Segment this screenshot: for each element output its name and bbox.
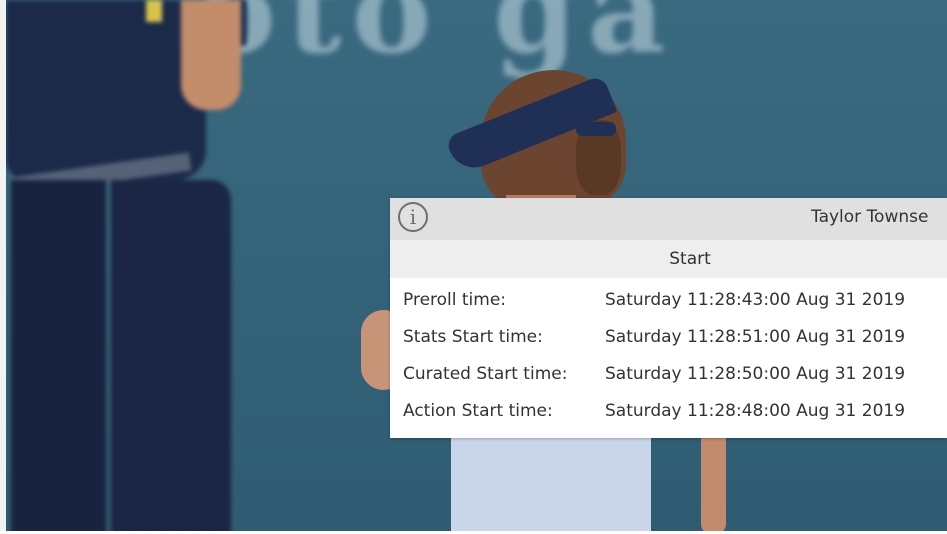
official-badge [146, 0, 162, 22]
info-icon[interactable]: i [398, 202, 428, 232]
time-list: Preroll time: Saturday 11:28:43:00 Aug 3… [390, 284, 947, 432]
player-info-popup: i Taylor Townse Start Preroll time: Satu… [390, 198, 947, 438]
official-leg-right [111, 180, 231, 534]
section-header: Start [390, 240, 947, 278]
row-value: Saturday 11:28:51:00 Aug 31 2019 [605, 327, 906, 347]
time-row-stats-start: Stats Start time: Saturday 11:28:51:00 A… [390, 321, 947, 358]
row-value: Saturday 11:28:50:00 Aug 31 2019 [605, 364, 906, 384]
row-label: Action Start time: [403, 401, 553, 421]
official-leg-left [11, 180, 106, 534]
player-name: Taylor Townse [811, 207, 929, 227]
row-label: Preroll time: [403, 290, 507, 310]
line-judge-figure [6, 0, 266, 534]
row-label: Stats Start time: [403, 327, 543, 347]
official-arm [181, 0, 241, 110]
row-label: Curated Start time: [403, 364, 568, 384]
player-arm [701, 430, 726, 534]
player-visor-band [576, 122, 616, 136]
popup-header: i Taylor Townse [390, 198, 947, 240]
row-value: Saturday 11:28:43:00 Aug 31 2019 [605, 290, 906, 310]
time-row-preroll: Preroll time: Saturday 11:28:43:00 Aug 3… [390, 284, 947, 321]
section-title: Start [669, 249, 711, 269]
row-value: Saturday 11:28:48:00 Aug 31 2019 [605, 401, 906, 421]
time-row-curated-start: Curated Start time: Saturday 11:28:50:00… [390, 358, 947, 395]
time-row-action-start: Action Start time: Saturday 11:28:48:00 … [390, 395, 947, 432]
